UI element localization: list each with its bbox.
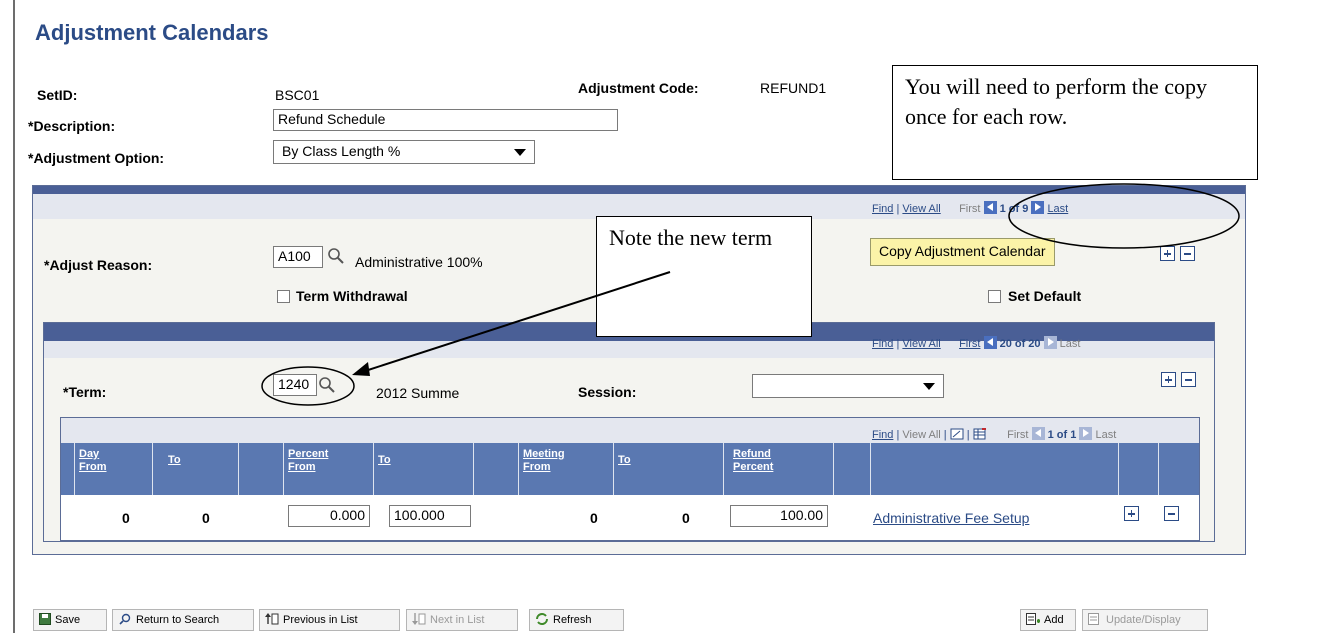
session-chevron-down-icon [923, 383, 935, 390]
refresh-icon [536, 613, 548, 625]
adjustment-option-select[interactable]: By Class Length % [273, 140, 535, 164]
cell-day-to: 0 [202, 510, 210, 526]
adjustment-code-value: REFUND1 [760, 80, 827, 96]
add-icon [1026, 613, 1040, 625]
inner-nav: Find | View All First 20 of 20 Last [872, 336, 1081, 350]
set-default-label: Set Default [1008, 288, 1082, 304]
term-add-row-icon[interactable] [1161, 372, 1176, 387]
next-icon [412, 613, 426, 625]
col-percent-to[interactable]: To [378, 454, 391, 467]
col-day-from[interactable]: Day From [79, 448, 107, 474]
previous-icon [265, 613, 279, 625]
col-meeting-from[interactable]: Meeting From [523, 448, 565, 474]
term-delete-row-icon[interactable] [1181, 372, 1196, 387]
inner-find-link[interactable]: Find [872, 338, 893, 350]
update-display-icon [1088, 613, 1099, 625]
outer-first-label: First [959, 203, 981, 215]
grid-next-arrow-icon [1079, 427, 1093, 440]
refund-percent-field[interactable]: 100.00 [730, 505, 828, 527]
left-border [13, 0, 15, 633]
outer-view-all-link[interactable]: View All [902, 203, 940, 215]
grid-row-count: 1 of 1 [1047, 429, 1077, 441]
grid-view-all-label: View All [902, 429, 941, 441]
return-search-icon [119, 613, 131, 625]
adjustment-code-label: Adjustment Code: [578, 80, 699, 96]
administrative-fee-setup-link[interactable]: Administrative Fee Setup [873, 510, 1029, 526]
download-grid-icon[interactable] [973, 427, 986, 440]
inner-row-count: 20 of 20 [999, 338, 1041, 350]
inner-last-label: Last [1059, 338, 1081, 350]
next-in-list-button: Next in List [406, 609, 518, 631]
copy-note-callout: You will need to perform the copy once f… [892, 65, 1258, 180]
grid-first-label: First [1007, 429, 1029, 441]
grid-add-row-icon[interactable] [1124, 506, 1139, 521]
grid-delete-row-icon[interactable] [1164, 506, 1179, 521]
inner-next-arrow-icon [1043, 336, 1057, 349]
grid-header-row [61, 443, 1199, 495]
description-field[interactable]: Refund Schedule [273, 109, 618, 131]
zoom-grid-icon[interactable] [950, 428, 964, 440]
percent-to-field[interactable]: 100.000 [389, 505, 471, 527]
grid-prev-arrow-icon [1031, 427, 1045, 440]
outer-find-link[interactable]: Find [872, 203, 893, 215]
refresh-button[interactable]: Refresh [529, 609, 624, 631]
set-default-checkbox[interactable] [988, 290, 1001, 303]
adjustment-option-label: *Adjustment Option: [28, 150, 165, 166]
setid-label: SetID: [37, 87, 78, 103]
description-label: *Description: [28, 118, 116, 134]
highlight-ellipse [1008, 183, 1240, 249]
outer-prev-arrow-icon[interactable] [983, 201, 997, 214]
adjust-reason-field[interactable]: A100 [273, 246, 323, 268]
col-meeting-to[interactable]: To [618, 454, 631, 467]
col-refund-percent[interactable]: Refund Percent [733, 448, 773, 474]
percent-from-field[interactable]: 0.000 [288, 505, 370, 527]
setid-value: BSC01 [275, 87, 320, 103]
save-button[interactable]: Save [33, 609, 107, 631]
term-withdrawal-checkbox[interactable] [277, 290, 290, 303]
cell-meeting-to: 0 [682, 510, 690, 526]
adjustment-option-value: By Class Length % [282, 143, 401, 159]
inner-prev-arrow-icon[interactable] [983, 336, 997, 349]
cell-day-from: 0 [122, 510, 130, 526]
return-to-search-button[interactable]: Return to Search [112, 609, 254, 631]
adjust-reason-label: *Adjust Reason: [44, 257, 153, 273]
inner-view-all-link[interactable]: View All [902, 338, 940, 350]
cell-meeting-from: 0 [590, 510, 598, 526]
session-select[interactable] [752, 374, 944, 398]
previous-in-list-button[interactable]: Previous in List [259, 609, 400, 631]
page-title: Adjustment Calendars [35, 20, 269, 45]
grid-find-link[interactable]: Find [872, 429, 893, 441]
col-percent-from[interactable]: Percent From [288, 448, 328, 474]
save-icon [39, 613, 51, 625]
add-button[interactable]: Add [1020, 609, 1076, 631]
term-label: *Term: [63, 384, 107, 400]
grid-last-label: Last [1095, 429, 1117, 441]
chevron-down-icon [514, 149, 526, 156]
col-day-to[interactable]: To [168, 454, 181, 467]
callout-arrow [352, 271, 671, 376]
update-display-button: Update/Display [1082, 609, 1208, 631]
grid-nav: Find | View All | | First 1 of 1 Last [872, 427, 1117, 441]
inner-first-link[interactable]: First [959, 338, 980, 350]
